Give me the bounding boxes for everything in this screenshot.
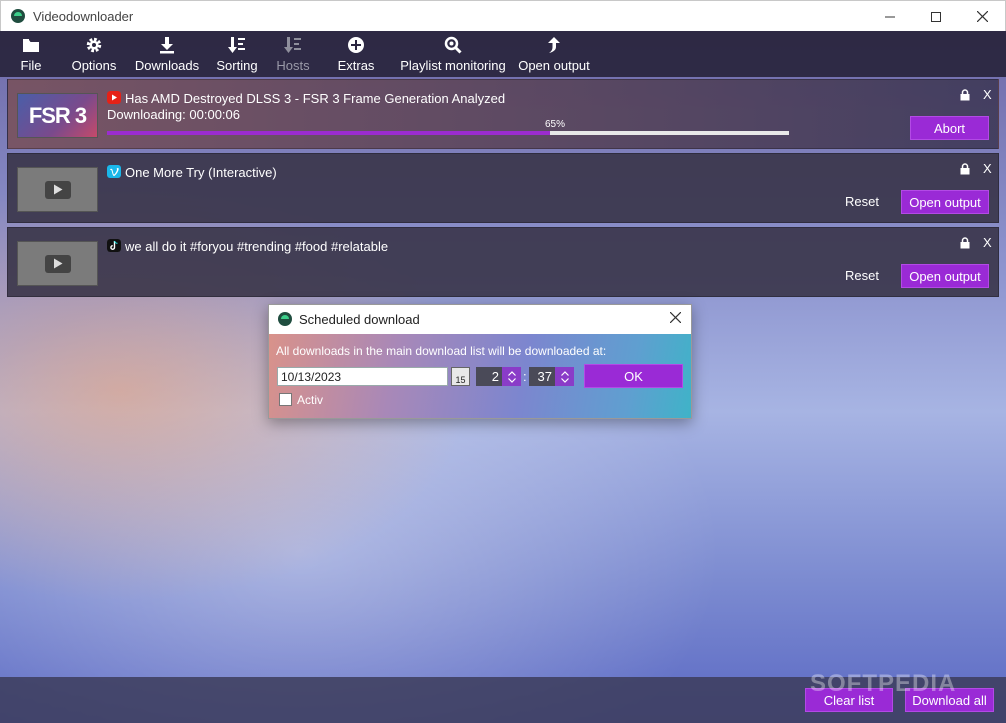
tiktok-icon [107,239,121,252]
activ-checkbox-label[interactable]: Activ [297,393,323,407]
open-output-button[interactable]: Open output [901,264,989,288]
arrow-up-icon [544,35,564,55]
sort-icon [227,35,247,55]
download-row: FSR 3 Has AMD Destroyed DLSS 3 - FSR 3 F… [7,79,999,149]
progress-percent: 65% [545,119,566,130]
app-logo-icon [278,312,292,326]
reset-button[interactable]: Reset [845,268,879,283]
video-thumbnail [17,167,98,212]
remove-row-button[interactable]: X [983,235,992,250]
toolbar-extras[interactable]: Extras [336,31,376,77]
toolbar-file-label: File [20,58,42,73]
hosts-icon [283,35,303,55]
toolbar-options[interactable]: Options [68,31,120,77]
dialog-title: Scheduled download [299,312,420,327]
close-icon [669,311,682,324]
lock-icon[interactable] [960,163,970,175]
minimize-icon [885,16,895,17]
lock-icon[interactable] [960,237,970,249]
remove-row-button[interactable]: X [983,161,992,176]
toolbar-hosts-label: Hosts [276,58,310,73]
hour-value: 2 [491,369,499,384]
toolbar-extras-label: Extras [337,58,375,73]
toolbar-sorting[interactable]: Sorting [214,31,260,77]
play-icon [44,180,71,199]
download-title: One More Try (Interactive) [125,165,277,180]
toolbar-open-output[interactable]: Open output [518,31,590,77]
activ-checkbox[interactable] [279,393,292,406]
app-logo-icon [11,9,25,23]
download-title: we all do it #foryou #trending #food #re… [125,239,389,254]
dialog-body: All downloads in the main download list … [269,334,691,418]
toolbar-hosts[interactable]: Hosts [274,31,312,77]
progress-bar [107,131,789,135]
reset-button[interactable]: Reset [845,194,879,209]
download-row: One More Try (Interactive) X Reset Open … [7,153,999,223]
search-icon [443,35,463,55]
close-icon [976,11,988,22]
lock-icon[interactable] [960,89,970,101]
download-title: Has AMD Destroyed DLSS 3 - FSR 3 Frame G… [125,91,506,106]
toolbar-playlist-monitoring[interactable]: Playlist monitoring [400,31,506,77]
scheduled-download-dialog: Scheduled download All downloads in the … [268,304,692,419]
video-thumbnail [17,241,98,286]
toolbar-downloads[interactable]: Downloads [134,31,200,77]
close-window-button[interactable] [959,1,1005,32]
minimize-button[interactable] [867,1,913,32]
minute-value: 37 [537,369,552,384]
watermark: SOFTPEDIA [810,670,957,697]
calendar-icon: 15 [455,375,466,385]
date-field[interactable]: 10/13/2023 [277,367,448,386]
hour-stepper[interactable]: 2 [476,367,521,386]
toolbar: File Options Downloads Sorting Hosts Ext… [0,31,1006,77]
open-output-button[interactable]: Open output [901,190,989,214]
dialog-message: All downloads in the main download list … [276,344,607,358]
remove-row-button[interactable]: X [983,87,992,102]
play-icon [44,254,71,273]
toolbar-playlist-label: Playlist monitoring [400,58,506,73]
progress-fill [107,131,551,135]
window-title: Videodownloader [33,9,134,24]
download-status: Downloading: 00:00:06 [107,107,240,122]
plus-circle-icon [346,35,366,55]
folder-icon [21,35,41,55]
dialog-title-bar: Scheduled download [269,305,691,334]
maximize-button[interactable] [913,1,959,32]
minute-stepper[interactable]: 37 [529,367,574,386]
toolbar-open-output-label: Open output [518,58,590,73]
download-row: we all do it #foryou #trending #food #re… [7,227,999,297]
toolbar-sorting-label: Sorting [216,58,258,73]
time-separator: : [523,369,527,384]
thumbnail-text: FSR 3 [28,102,87,128]
spinner-arrows-icon[interactable] [502,367,521,386]
maximize-icon [931,11,941,22]
calendar-button[interactable]: 15 [451,367,470,386]
download-icon [157,35,177,55]
video-thumbnail: FSR 3 [17,93,98,138]
toolbar-downloads-label[interactable]: Downloads [135,58,199,73]
dialog-close-button[interactable] [669,310,682,327]
youtube-icon [107,91,121,104]
toolbar-file[interactable]: File [14,31,48,77]
vimeo-icon [107,165,121,178]
title-bar: Videodownloader [0,0,1006,31]
abort-button[interactable]: Abort [910,116,989,140]
spinner-arrows-icon[interactable] [555,367,574,386]
ok-button[interactable]: OK [584,364,683,388]
toolbar-options-label: Options [71,58,117,73]
gear-icon [84,35,104,55]
